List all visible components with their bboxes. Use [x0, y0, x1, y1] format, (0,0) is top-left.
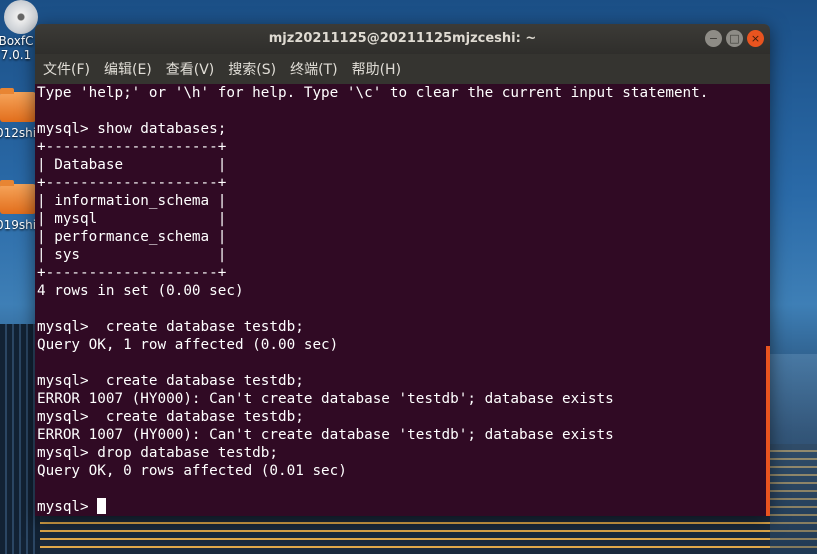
scrollbar[interactable]	[766, 346, 770, 516]
desktop-icon-vboxfc[interactable]: BoxfC 7.0.1	[0, 0, 38, 62]
terminal-window: mjz20211125@20211125mjzceshi: ~ − □ × 文件…	[35, 24, 770, 516]
terminal-line: +--------------------+	[37, 139, 227, 155]
terminal-output: Type 'help;' or '\h' for help. Type '\c'…	[35, 84, 770, 516]
text-cursor	[97, 498, 107, 514]
close-button[interactable]: ×	[747, 30, 764, 47]
terminal-line: | information_schema |	[37, 193, 227, 209]
terminal-line: ERROR 1007 (HY000): Can't create databas…	[37, 427, 614, 443]
terminal-line: | Database |	[37, 157, 227, 173]
terminal-line: Query OK, 0 rows affected (0.01 sec)	[37, 463, 347, 479]
terminal-line: 4 rows in set (0.00 sec)	[37, 283, 244, 299]
terminal-line: ERROR 1007 (HY000): Can't create databas…	[37, 391, 614, 407]
desktop-icon-folder-012shi[interactable]: 012shi	[0, 88, 36, 140]
terminal-line: | mysql |	[37, 211, 227, 227]
terminal-line: mysql> drop database testdb;	[37, 445, 279, 461]
folder-icon	[0, 180, 36, 218]
terminal-line: Type 'help;' or '\h' for help. Type '\c'…	[37, 85, 709, 101]
menu-view[interactable]: 查看(V)	[166, 59, 215, 79]
terminal-line: +--------------------+	[37, 175, 227, 191]
terminal-line: | sys |	[37, 247, 227, 263]
folder-icon	[0, 88, 36, 126]
menu-edit[interactable]: 编辑(E)	[104, 59, 152, 79]
desktop-icon-label: 012shi	[0, 126, 37, 140]
terminal-area[interactable]: Type 'help;' or '\h' for help. Type '\c'…	[35, 84, 770, 516]
menu-file[interactable]: 文件(F)	[43, 59, 90, 79]
maximize-button[interactable]: □	[726, 30, 743, 47]
terminal-line: mysql> create database testdb;	[37, 373, 304, 389]
menu-terminal[interactable]: 终端(T)	[290, 59, 337, 79]
desktop-icon-label: BoxfC	[0, 34, 34, 48]
disc-icon	[0, 0, 38, 34]
menu-bar: 文件(F) 编辑(E) 查看(V) 搜索(S) 终端(T) 帮助(H)	[35, 54, 770, 84]
menu-help[interactable]: 帮助(H)	[352, 59, 401, 79]
desktop-icon-label: 7.0.1	[0, 48, 32, 62]
terminal-line: mysql> create database testdb;	[37, 319, 304, 335]
terminal-prompt: mysql>	[37, 499, 98, 515]
terminal-line: | performance_schema |	[37, 229, 227, 245]
minimize-button[interactable]: −	[705, 30, 722, 47]
terminal-line: +--------------------+	[37, 265, 227, 281]
terminal-line: Query OK, 1 row affected (0.00 sec)	[37, 337, 339, 353]
window-title: mjz20211125@20211125mjzceshi: ~	[268, 31, 537, 46]
terminal-line: mysql> create database testdb;	[37, 409, 304, 425]
terminal-line: mysql> show databases;	[37, 121, 227, 137]
title-bar[interactable]: mjz20211125@20211125mjzceshi: ~ − □ ×	[35, 24, 770, 54]
desktop-icon-folder-019shi[interactable]: 019shi	[0, 180, 36, 232]
desktop-icon-label: 019shi	[0, 218, 37, 232]
menu-search[interactable]: 搜索(S)	[228, 59, 276, 79]
